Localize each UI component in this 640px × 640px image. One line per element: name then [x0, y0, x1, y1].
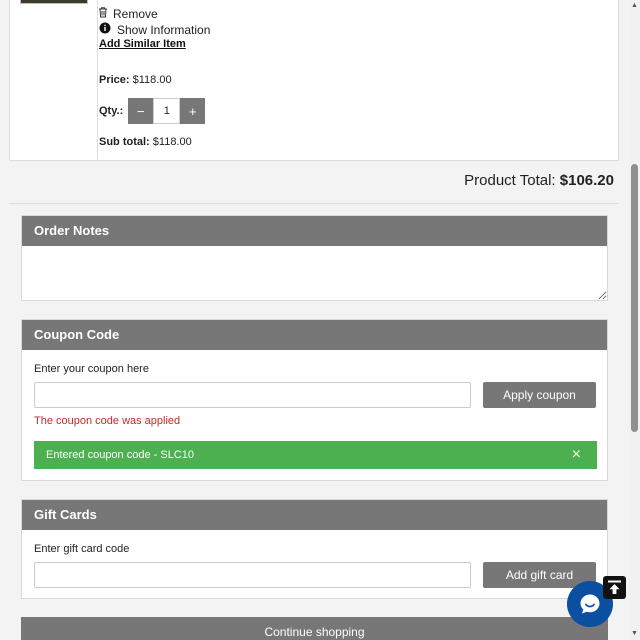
increase-quantity-button[interactable]: +: [180, 98, 206, 124]
gift-cards-panel: Gift Cards Enter gift card code Add gift…: [21, 499, 608, 599]
product-thumbnail[interactable]: [20, 0, 88, 4]
scrollbar-thumb[interactable]: [631, 164, 638, 432]
price-row: Price: $118.00: [99, 74, 172, 86]
arrow-up-to-line-icon: [606, 579, 623, 599]
scroll-down-arrow-icon[interactable]: ▼: [629, 628, 640, 640]
chat-bubble-icon: [578, 592, 602, 619]
coupon-code-panel: Coupon Code Enter your coupon here Apply…: [21, 319, 608, 481]
product-total-label: Product Total:: [464, 172, 556, 189]
trash-icon: [97, 6, 109, 21]
subtotal-label: Sub total:: [99, 136, 150, 148]
order-notes-title: Order Notes: [22, 216, 607, 246]
scroll-up-arrow-icon[interactable]: ▲: [629, 0, 640, 12]
coupon-field-label: Enter your coupon here: [34, 363, 149, 375]
gift-card-field-label: Enter gift card code: [34, 543, 130, 555]
subtotal-row: Sub total: $118.00: [99, 136, 192, 148]
quantity-input[interactable]: 1: [153, 98, 181, 124]
coupon-applied-message: The coupon code was applied: [34, 415, 181, 427]
add-similar-item-link[interactable]: Add Similar Item: [99, 38, 186, 50]
coupon-code-title: Coupon Code: [22, 320, 607, 350]
order-notes-textarea[interactable]: [22, 246, 607, 300]
continue-shopping-button[interactable]: Continue shopping: [21, 617, 608, 640]
price-label: Price:: [99, 74, 130, 86]
product-total-value: $106.20: [559, 172, 614, 189]
gift-card-input[interactable]: [34, 562, 471, 588]
divider: [9, 203, 619, 204]
order-notes-panel: Order Notes: [21, 215, 608, 301]
product-total: Product Total: $106.20: [464, 172, 614, 189]
coupon-entered-alert: Entered coupon code - SLC10 ×: [34, 441, 597, 469]
quantity-label: Qty.:: [99, 105, 124, 117]
show-information-label: Show Information: [117, 22, 211, 37]
remove-label: Remove: [113, 6, 158, 21]
coupon-entered-text: Entered coupon code - SLC10: [46, 449, 194, 461]
page-scrollbar[interactable]: ▲ ▼: [629, 0, 640, 640]
apply-coupon-button[interactable]: Apply coupon: [483, 382, 596, 408]
quantity-stepper: Qty.: − 1 +: [99, 98, 206, 124]
price-value: $118.00: [132, 74, 172, 86]
product-image-column: [10, 0, 98, 160]
info-icon: [99, 22, 111, 37]
coupon-input[interactable]: [34, 382, 471, 408]
remove-item-button[interactable]: Remove: [97, 6, 158, 21]
close-icon[interactable]: ×: [572, 441, 581, 469]
subtotal-value: $118.00: [152, 136, 192, 148]
decrease-quantity-button[interactable]: −: [128, 98, 154, 124]
scroll-to-top-button[interactable]: [603, 576, 626, 599]
show-information-button[interactable]: Show Information: [99, 22, 210, 37]
gift-cards-title: Gift Cards: [22, 500, 607, 530]
